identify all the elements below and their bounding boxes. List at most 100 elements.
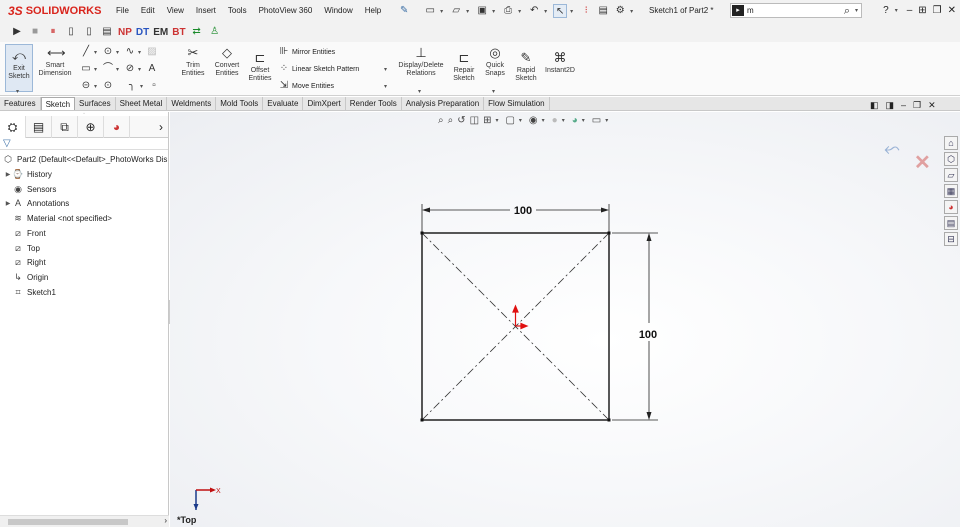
chevron-down-icon[interactable]: ▾ [605, 117, 611, 124]
restore-icon[interactable]: ❐ [933, 0, 942, 22]
chevron-down-icon[interactable]: ▾ [544, 8, 550, 15]
spline-icon[interactable]: ∿ [124, 46, 136, 58]
macro-bt-button[interactable]: BT [172, 27, 185, 38]
custom-properties-icon[interactable]: ▤ [944, 216, 958, 230]
customize-macro-icon[interactable]: ▤ [100, 25, 114, 39]
macro-np-button[interactable]: NP [118, 27, 132, 38]
edit-macro-icon[interactable]: ▯ [64, 25, 78, 39]
surface-spline-icon[interactable]: ▨ [146, 46, 158, 58]
tree-item-top-plane[interactable]: ⧄ Top [12, 241, 40, 255]
chevron-down-icon[interactable]: ▾ [138, 49, 144, 56]
exit-sketch-button[interactable]: ⤺ Exit Sketch [5, 44, 33, 92]
confirm-corner-exit-sketch-icon[interactable]: ⬿ [884, 138, 900, 161]
close-icon[interactable]: ✕ [948, 0, 956, 22]
tree-item-material[interactable]: ≋ Material <not specified> [12, 211, 112, 225]
menu-window[interactable]: Window [318, 0, 358, 22]
dimension-value-horizontal[interactable]: 100 [514, 205, 532, 217]
viewport-close-icon[interactable]: ✕ [928, 100, 936, 111]
file-properties-icon[interactable]: ▤ [596, 4, 610, 18]
minimize-icon[interactable]: – [907, 0, 913, 22]
dimension-value-vertical[interactable]: 100 [639, 329, 657, 341]
tab-evaluate[interactable]: Evaluate [263, 97, 304, 110]
tree-item-history[interactable]: ▶ ⌚ History [4, 167, 52, 181]
chevron-down-icon[interactable]: ▾ [94, 49, 100, 56]
chevron-down-icon[interactable]: ▾ [519, 117, 525, 124]
rectangle-icon[interactable]: ▭ [80, 63, 92, 75]
chevron-down-icon[interactable]: ▾ [495, 117, 501, 124]
linear-sketch-pattern-row[interactable]: ⁘ Linear Sketch Pattern [278, 63, 360, 75]
apply-scene-icon[interactable]: ◕ [572, 115, 578, 126]
tab-dimxpert[interactable]: DimXpert [303, 97, 346, 110]
tab-mold-tools[interactable]: Mold Tools [216, 97, 264, 110]
search-icon[interactable]: ⌕ [840, 4, 854, 18]
chevron-down-icon[interactable]: ▾ [542, 117, 548, 124]
chevron-down-icon[interactable]: ▾ [466, 8, 472, 15]
tab-sketch[interactable]: Sketch [40, 97, 76, 110]
chevron-down-icon[interactable]: ▾ [492, 88, 498, 95]
chevron-down-icon[interactable]: ▾ [582, 117, 588, 124]
mirror-entities-row[interactable]: ⊪ Mirror Entities [278, 46, 336, 58]
tile-windows-icon[interactable]: ⊞ [918, 0, 926, 22]
chevron-down-icon[interactable]: ▾ [418, 88, 424, 95]
move-entities-row[interactable]: ⇲ Move Entities [278, 80, 334, 92]
rebuild-traffic-light-icon[interactable]: ⁝ [579, 4, 593, 18]
configuration-manager-tab-icon[interactable]: ⧉ [52, 115, 78, 138]
hide-show-items-icon[interactable]: ◉ [529, 115, 538, 126]
file-explorer-icon[interactable]: ▱ [944, 168, 958, 182]
repair-sketch-button[interactable]: ⊏ Repair Sketch [450, 50, 478, 83]
filter-icon[interactable]: ▽ [3, 138, 11, 149]
display-style-icon[interactable]: ▢ [505, 115, 514, 126]
chevron-down-icon[interactable]: ▾ [384, 83, 390, 90]
chevron-down-icon[interactable]: ▾ [94, 83, 100, 90]
solidworks-logo[interactable]: 3S SOLIDWORKS [0, 0, 110, 22]
new-document-icon[interactable]: ▭ [423, 4, 437, 18]
point-icon[interactable]: ▫ [148, 80, 160, 92]
view-orientation-icon[interactable]: ⊞ [483, 115, 491, 126]
tree-item-front-plane[interactable]: ⧄ Front [12, 226, 46, 240]
view-palette-icon[interactable]: ▦ [944, 184, 958, 198]
property-manager-tab-icon[interactable]: ▤ [26, 115, 52, 138]
stop-macro-icon[interactable]: ■ [28, 25, 42, 39]
options-gear-icon[interactable]: ⚙ [613, 4, 627, 18]
pin-icon[interactable]: ✎ [397, 4, 411, 18]
new-macro-icon[interactable]: ▯ [82, 25, 96, 39]
section-view-icon[interactable]: ◫ [470, 115, 479, 126]
tab-sheet-metal[interactable]: Sheet Metal [116, 97, 168, 110]
tree-item-right-plane[interactable]: ⧄ Right [12, 255, 46, 269]
trim-entities-button[interactable]: ✂ Trim Entities [178, 45, 208, 78]
fillet-icon[interactable]: ╮ [126, 80, 138, 92]
circle-icon[interactable]: ⊙ [102, 46, 114, 58]
tab-weldments[interactable]: Weldments [167, 97, 217, 110]
convert-entities-button[interactable]: ◇ Convert Entities [210, 45, 244, 78]
chevron-down-icon[interactable]: ▾ [116, 66, 122, 73]
previous-view-icon[interactable]: ↺ [457, 115, 465, 126]
tab-flow-simulation[interactable]: Flow Simulation [484, 97, 550, 110]
edit-appearance-icon[interactable]: ● [552, 115, 558, 126]
offset-entities-button[interactable]: ⊏ Offset Entities [244, 50, 276, 83]
tree-filter-row[interactable]: ▽ [0, 138, 168, 150]
horizontal-dimension[interactable]: 100 [422, 205, 609, 217]
menu-photoview[interactable]: PhotoView 360 [253, 0, 319, 22]
home-icon[interactable]: ⌂ [944, 136, 958, 150]
help-icon[interactable]: ? [883, 0, 889, 22]
forum-icon[interactable]: ⊟ [944, 232, 958, 246]
chevron-down-icon[interactable]: ▾ [116, 49, 122, 56]
tab-analysis-preparation[interactable]: Analysis Preparation [402, 97, 485, 110]
chevron-right-icon[interactable]: › [154, 116, 168, 138]
viewport-minimize-icon[interactable]: – [901, 100, 906, 111]
zoom-to-area-icon[interactable]: ⌕ [448, 115, 454, 126]
tab-features[interactable]: Features [0, 97, 41, 110]
vertical-dimension[interactable]: 100 [639, 233, 657, 420]
chevron-down-icon[interactable]: ▾ [630, 8, 636, 15]
feature-manager-tab-icon[interactable]: ⛭ [0, 115, 26, 138]
appearances-icon[interactable]: ◕ [944, 200, 958, 214]
undo-icon[interactable]: ↶ [527, 4, 541, 18]
tree-item-origin[interactable]: ↳ Origin [12, 270, 48, 284]
chevron-down-icon[interactable]: ▾ [562, 117, 568, 124]
panel-horizontal-scrollbar[interactable]: › [0, 515, 169, 527]
line-icon[interactable]: ╱ [80, 46, 92, 58]
scrollbar-thumb[interactable] [8, 519, 128, 525]
chevron-down-icon[interactable]: ▾ [492, 8, 498, 15]
chevron-down-icon[interactable]: ▾ [138, 66, 144, 73]
text-icon[interactable]: A [146, 63, 158, 75]
